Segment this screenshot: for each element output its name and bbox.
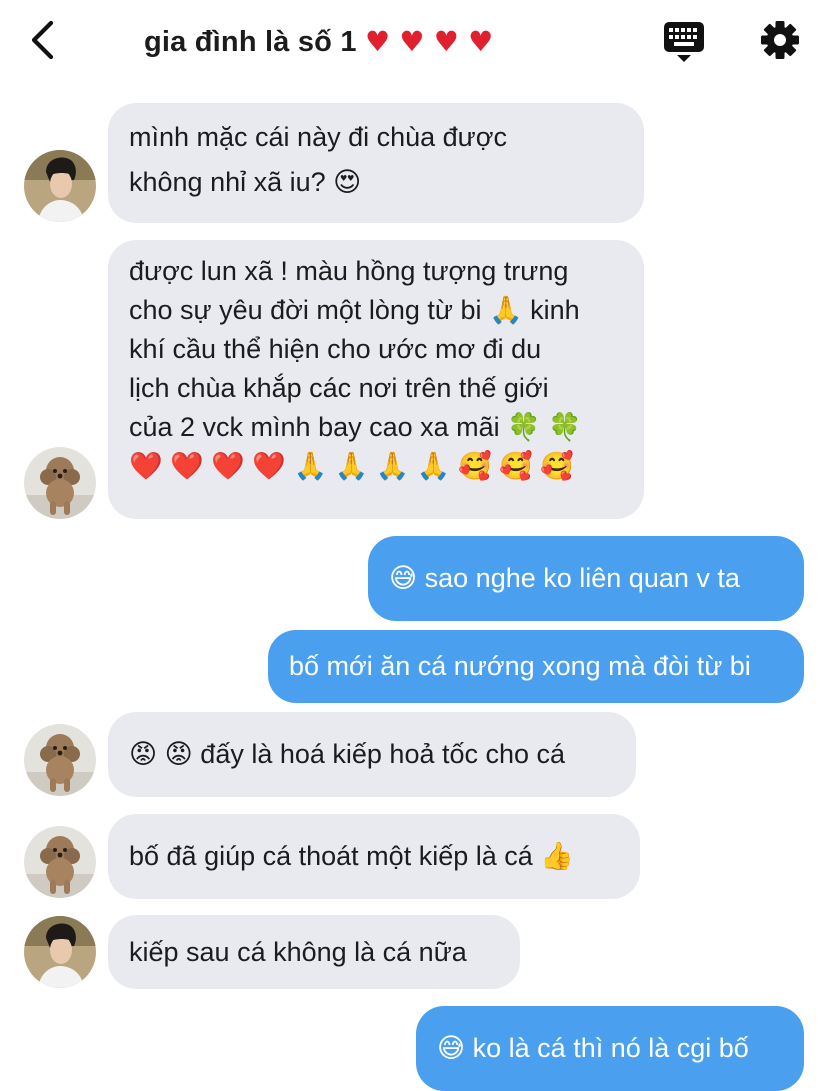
message-bubble-incoming[interactable]: được lun xã ! màu hồng tượng trưng cho s…	[108, 240, 644, 519]
title-hearts: ♥ ♥ ♥ ♥	[364, 25, 494, 58]
avatar-dad[interactable]	[24, 826, 96, 898]
chevron-left-icon	[31, 20, 54, 60]
keyboard-icon	[664, 22, 704, 62]
message-bubble-outgoing[interactable]: 😅 ko là cá thì nó là cgi bố	[416, 1006, 804, 1091]
settings-button[interactable]	[758, 18, 802, 62]
chat-title: gia đình là số 1 ♥ ♥ ♥ ♥	[144, 22, 493, 62]
message-bubble-incoming[interactable]: 😡 😡 đấy là hoá kiếp hoả tốc cho cá	[108, 712, 636, 797]
back-button[interactable]	[26, 18, 66, 62]
message-bubble-incoming[interactable]: kiếp sau cá không là cá nữa	[108, 915, 520, 989]
avatar-son[interactable]	[24, 150, 96, 222]
avatar-son[interactable]	[24, 916, 96, 988]
chat-header: gia đình là số 1 ♥ ♥ ♥ ♥	[0, 0, 828, 84]
avatar-dad[interactable]	[24, 447, 96, 519]
gear-icon	[761, 21, 799, 59]
message-bubble-outgoing[interactable]: 😅 sao nghe ko liên quan v ta	[368, 536, 804, 621]
chat-title-text: gia đình là số 1	[144, 26, 357, 58]
avatar-dad[interactable]	[24, 724, 96, 796]
keyboard-button[interactable]	[662, 20, 706, 64]
message-bubble-incoming[interactable]: mình mặc cái này đi chùa được không nhỉ …	[108, 103, 644, 223]
message-bubble-outgoing[interactable]: bố mới ăn cá nướng xong mà đòi từ bi	[268, 630, 804, 703]
message-bubble-incoming[interactable]: bố đã giúp cá thoát một kiếp là cá 👍	[108, 814, 640, 899]
